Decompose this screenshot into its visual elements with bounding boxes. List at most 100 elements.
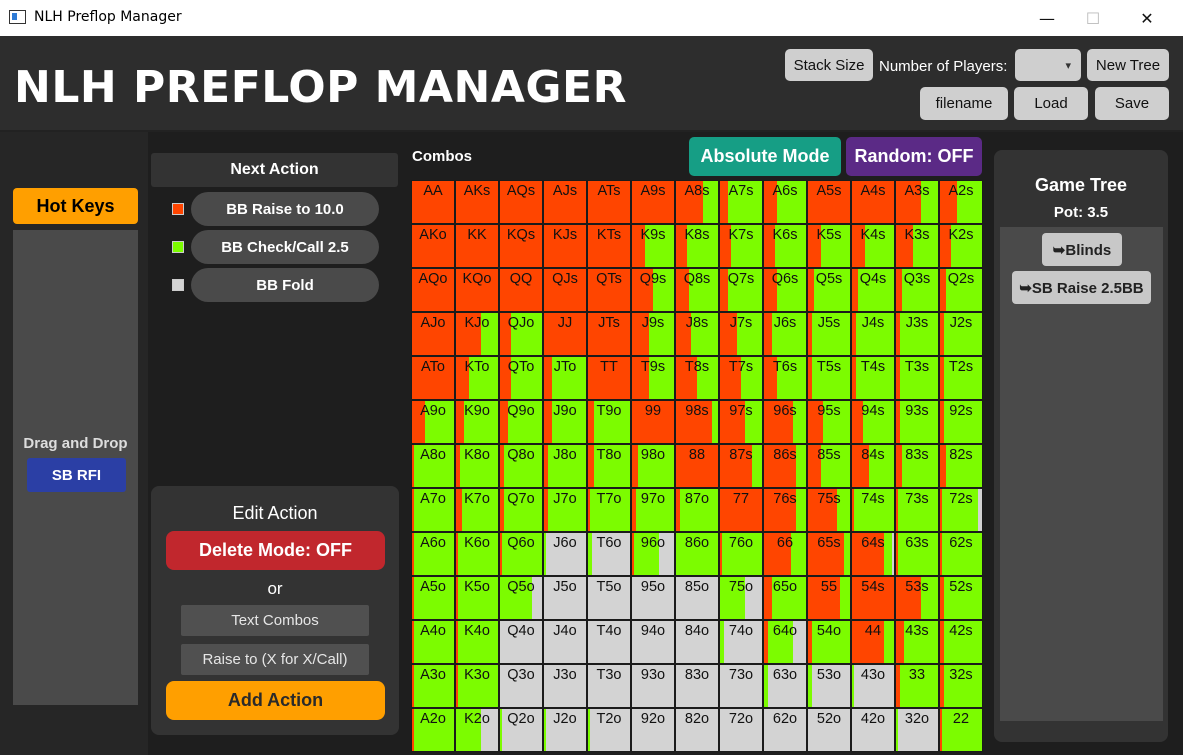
combo-cell[interactable]: J9o [543, 400, 587, 444]
combo-cell[interactable]: 62o [763, 708, 807, 752]
stack-size-button[interactable]: Stack Size [785, 49, 873, 81]
combo-cell[interactable]: K6s [763, 224, 807, 268]
combo-cell[interactable]: J8s [675, 312, 719, 356]
combo-cell[interactable]: J2s [939, 312, 983, 356]
combo-cell[interactable]: J5s [807, 312, 851, 356]
combo-cell[interactable]: JTo [543, 356, 587, 400]
tree-node-sb-raise[interactable]: ➥SB Raise 2.5BB [1012, 271, 1151, 304]
combo-cell[interactable]: 96o [631, 532, 675, 576]
combo-cell[interactable]: 33 [895, 664, 939, 708]
combo-cell[interactable]: 44 [851, 620, 895, 664]
combo-cell[interactable]: 74o [719, 620, 763, 664]
combo-cell[interactable]: 97s [719, 400, 763, 444]
combo-cell[interactable]: J7s [719, 312, 763, 356]
combo-cell[interactable]: 32o [895, 708, 939, 752]
combo-cell[interactable]: T2o [587, 708, 631, 752]
combo-cell[interactable]: J4o [543, 620, 587, 664]
combo-cell[interactable]: 82o [675, 708, 719, 752]
combo-cell[interactable]: 84o [675, 620, 719, 664]
combo-cell[interactable]: 63s [895, 532, 939, 576]
combo-cell[interactable]: 97o [631, 488, 675, 532]
maximize-button[interactable]: ☐ [1070, 0, 1116, 36]
combo-cell[interactable]: ATo [411, 356, 455, 400]
text-combos-button[interactable]: Text Combos [181, 605, 369, 636]
combo-cell[interactable]: A9o [411, 400, 455, 444]
combo-cell[interactable]: A3s [895, 180, 939, 224]
combo-cell[interactable]: QTo [499, 356, 543, 400]
combo-cell[interactable]: A5o [411, 576, 455, 620]
combo-cell[interactable]: 52s [939, 576, 983, 620]
combo-cell[interactable]: 84s [851, 444, 895, 488]
combo-cell[interactable]: AJs [543, 180, 587, 224]
combo-cell[interactable]: A6s [763, 180, 807, 224]
minimize-button[interactable]: — [1024, 0, 1070, 36]
combo-cell[interactable]: AQo [411, 268, 455, 312]
combo-cell[interactable]: K8s [675, 224, 719, 268]
combo-cell[interactable]: KJo [455, 312, 499, 356]
combo-cell[interactable]: J3o [543, 664, 587, 708]
combo-cell[interactable]: Q8o [499, 444, 543, 488]
combo-cell[interactable]: Q2o [499, 708, 543, 752]
combo-cell[interactable]: 53o [807, 664, 851, 708]
combo-cell[interactable]: 93s [895, 400, 939, 444]
combo-cell[interactable]: 87s [719, 444, 763, 488]
combo-cell[interactable]: A8s [675, 180, 719, 224]
combo-cell[interactable]: T6s [763, 356, 807, 400]
close-button[interactable]: ✕ [1124, 0, 1170, 36]
combo-cell[interactable]: A6o [411, 532, 455, 576]
combo-cell[interactable]: Q4s [851, 268, 895, 312]
combo-cell[interactable]: 54s [851, 576, 895, 620]
combo-cell[interactable]: AKs [455, 180, 499, 224]
combo-cell[interactable]: A7o [411, 488, 455, 532]
combo-cell[interactable]: T3s [895, 356, 939, 400]
delete-mode-toggle[interactable]: Delete Mode: OFF [166, 531, 385, 570]
combo-cell[interactable]: TT [587, 356, 631, 400]
combo-cell[interactable]: Q6s [763, 268, 807, 312]
combo-cell[interactable]: KQs [499, 224, 543, 268]
combo-cell[interactable]: KTs [587, 224, 631, 268]
combo-cell[interactable]: K3s [895, 224, 939, 268]
combo-cell[interactable]: 92o [631, 708, 675, 752]
combo-cell[interactable]: J7o [543, 488, 587, 532]
combo-cell[interactable]: 99 [631, 400, 675, 444]
random-toggle[interactable]: Random: OFF [846, 137, 982, 176]
combo-cell[interactable]: J8o [543, 444, 587, 488]
combo-cell[interactable]: 73s [895, 488, 939, 532]
combo-cell[interactable]: KTo [455, 356, 499, 400]
combo-cell[interactable]: JJ [543, 312, 587, 356]
combo-cell[interactable]: J9s [631, 312, 675, 356]
combo-cell[interactable]: K3o [455, 664, 499, 708]
combo-cell[interactable]: 72o [719, 708, 763, 752]
combo-cell[interactable]: 94s [851, 400, 895, 444]
combo-cell[interactable]: QJs [543, 268, 587, 312]
combo-cell[interactable]: 64o [763, 620, 807, 664]
load-button[interactable]: Load [1014, 87, 1088, 120]
combo-cell[interactable]: T7o [587, 488, 631, 532]
combo-cell[interactable]: QQ [499, 268, 543, 312]
combo-cell[interactable]: 83o [675, 664, 719, 708]
combo-cell[interactable]: Q3o [499, 664, 543, 708]
combo-cell[interactable]: ATs [587, 180, 631, 224]
combo-cell[interactable]: AJo [411, 312, 455, 356]
players-select[interactable]: ▾ [1015, 49, 1081, 81]
combo-cell[interactable]: Q8s [675, 268, 719, 312]
combo-cell[interactable]: 62s [939, 532, 983, 576]
combo-cell[interactable]: 82s [939, 444, 983, 488]
combo-cell[interactable]: A4o [411, 620, 455, 664]
combo-cell[interactable]: Q7s [719, 268, 763, 312]
combo-cell[interactable]: T4o [587, 620, 631, 664]
combo-cell[interactable]: T8o [587, 444, 631, 488]
combo-cell[interactable]: Q6o [499, 532, 543, 576]
combo-cell[interactable]: 88 [675, 444, 719, 488]
new-tree-button[interactable]: New Tree [1087, 49, 1169, 81]
combo-cell[interactable]: 32s [939, 664, 983, 708]
combo-cell[interactable]: K9o [455, 400, 499, 444]
combo-cell[interactable]: K4s [851, 224, 895, 268]
hot-keys-button[interactable]: Hot Keys [13, 188, 138, 224]
combo-cell[interactable]: 43o [851, 664, 895, 708]
add-action-button[interactable]: Add Action [166, 681, 385, 720]
combo-cell[interactable]: J5o [543, 576, 587, 620]
combo-cell[interactable]: K7s [719, 224, 763, 268]
combo-cell[interactable]: 54o [807, 620, 851, 664]
combo-cell[interactable]: K6o [455, 532, 499, 576]
